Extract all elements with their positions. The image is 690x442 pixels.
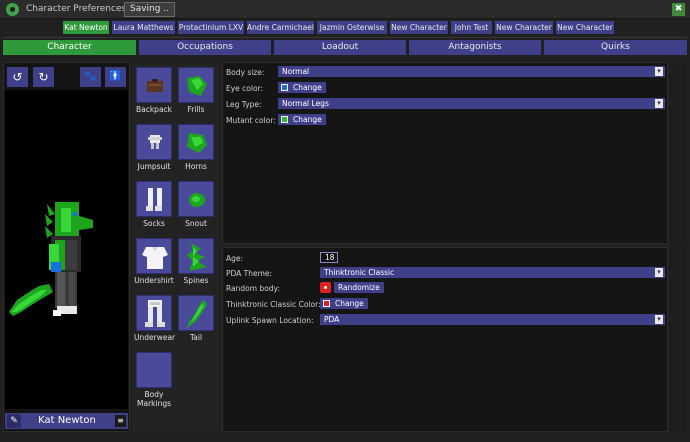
horns-icon (178, 124, 214, 160)
window-title: Character Preferences (26, 4, 127, 14)
pda-theme-label: PDA Theme: (226, 269, 273, 278)
profile-tab-new-character[interactable]: New Character (556, 21, 614, 34)
classic-color-label: Thinktronic Classic Color: (226, 300, 321, 309)
tab-loadout[interactable]: Loadout (274, 40, 406, 55)
character-preview-panel: ↺ ↻ 🐾 🚹 ✎ Kat Newton ≡ (3, 62, 130, 432)
body-size-label: Body size: (226, 68, 265, 77)
slot-horns[interactable]: Horns (176, 124, 216, 171)
eye-icon (6, 3, 19, 16)
profile-tab-new-character[interactable]: New Character (495, 21, 553, 34)
leg-type-dropdown[interactable]: Normal Legs ▾ (278, 98, 665, 109)
leg-type-label: Leg Type: (226, 100, 262, 109)
slot-backpack[interactable]: Backpack (134, 67, 174, 114)
undershirt-icon (136, 238, 172, 274)
eye-color-change-button[interactable]: Change (278, 82, 326, 93)
profile-tab-laura-matthews[interactable]: Laura Matthews (112, 21, 175, 34)
slot-frills[interactable]: Frills (176, 67, 216, 114)
slot-snout[interactable]: Snout (176, 181, 216, 228)
rotate-right-button[interactable]: ↻ (33, 67, 54, 87)
character-name[interactable]: Kat Newton (23, 413, 111, 429)
body-markings-icon (136, 352, 172, 388)
general-panel: Age: 18 PDA Theme: Thinktronic Classic ▾… (222, 247, 668, 432)
age-input[interactable]: 18 (320, 252, 338, 263)
lizard-sprite (9, 202, 93, 316)
chevron-down-icon: ▾ (655, 99, 663, 108)
spines-icon (178, 238, 214, 274)
title-bar: Character Preferences Saving .. ✖ (0, 0, 690, 19)
saving-status: Saving .. (124, 2, 176, 17)
slot-tail[interactable]: Tail (176, 295, 216, 342)
randomize-button[interactable]: Randomize (334, 282, 384, 293)
uplink-dropdown[interactable]: PDA ▾ (320, 314, 665, 325)
slot-socks[interactable]: Socks (134, 181, 174, 228)
menu-icon[interactable]: ≡ (115, 415, 126, 427)
age-label: Age: (226, 254, 244, 263)
slot-undershirt[interactable]: Undershirt (134, 238, 174, 285)
edit-name-icon[interactable]: ✎ (7, 414, 21, 428)
chevron-down-icon: ▾ (655, 315, 663, 324)
mutant-color-swatch (281, 116, 288, 123)
appearance-slots: Backpack Frills Jumpsuit Horns Socks Sno… (132, 62, 219, 432)
features-scrollbar[interactable] (669, 62, 687, 244)
person-icon[interactable]: 🚹 (105, 67, 126, 87)
character-preview (5, 90, 128, 409)
character-name-bar: ✎ Kat Newton ≡ (5, 413, 128, 429)
tab-character[interactable]: Character (3, 40, 136, 55)
divider (3, 37, 687, 38)
jumpsuit-icon (136, 124, 172, 160)
profile-tab-new-character[interactable]: New Character (390, 21, 448, 34)
profile-tab-andre-carmichael[interactable]: Andre Carmichael (247, 21, 314, 34)
slot-underwear[interactable]: Underwear (134, 295, 175, 342)
tab-antagonists[interactable]: Antagonists (409, 40, 541, 55)
underwear-icon (136, 295, 172, 331)
pda-theme-dropdown[interactable]: Thinktronic Classic ▾ (320, 267, 665, 278)
profile-tab-jazmin-osterwise[interactable]: Jazmin Osterwise (317, 21, 387, 34)
rotate-left-button[interactable]: ↺ (7, 67, 28, 87)
close-button[interactable]: ✖ (672, 3, 685, 16)
slot-spines[interactable]: Spines (176, 238, 216, 285)
chevron-down-icon: ▾ (655, 67, 663, 76)
eye-color-swatch (281, 84, 288, 91)
mutant-color-change-button[interactable]: Change (278, 114, 326, 125)
features-panel: Body size: Normal ▾ Eye color: Change Le… (222, 62, 668, 244)
chevron-down-icon: ▾ (655, 268, 663, 277)
profile-tab-john-test[interactable]: John Test (451, 21, 492, 34)
snout-icon (178, 181, 214, 217)
tab-quirks[interactable]: Quirks (544, 40, 687, 55)
tab-occupations[interactable]: Occupations (139, 40, 271, 55)
frills-icon (178, 67, 214, 103)
mutant-color-label: Mutant color: (226, 116, 276, 125)
dice-icon[interactable] (320, 282, 331, 293)
random-body-label: Random body: (226, 284, 280, 293)
uplink-label: Uplink Spawn Location: (226, 316, 314, 325)
slot-body-markings[interactable]: Body Markings (134, 352, 174, 408)
backpack-icon (136, 67, 172, 103)
profile-tab-protactinium[interactable]: Protactinium LXV (178, 21, 244, 34)
tail-icon (178, 295, 214, 331)
slot-jumpsuit[interactable]: Jumpsuit (134, 124, 174, 171)
classic-color-swatch (323, 300, 330, 307)
eye-color-label: Eye color: (226, 84, 264, 93)
general-scrollbar[interactable] (669, 247, 687, 432)
paw-icon[interactable]: 🐾 (80, 67, 101, 87)
profile-tab-kat-newton[interactable]: Kat Newton (63, 21, 109, 34)
classic-color-change-button[interactable]: Change (320, 298, 368, 309)
socks-icon (136, 181, 172, 217)
body-size-dropdown[interactable]: Normal ▾ (278, 66, 665, 77)
